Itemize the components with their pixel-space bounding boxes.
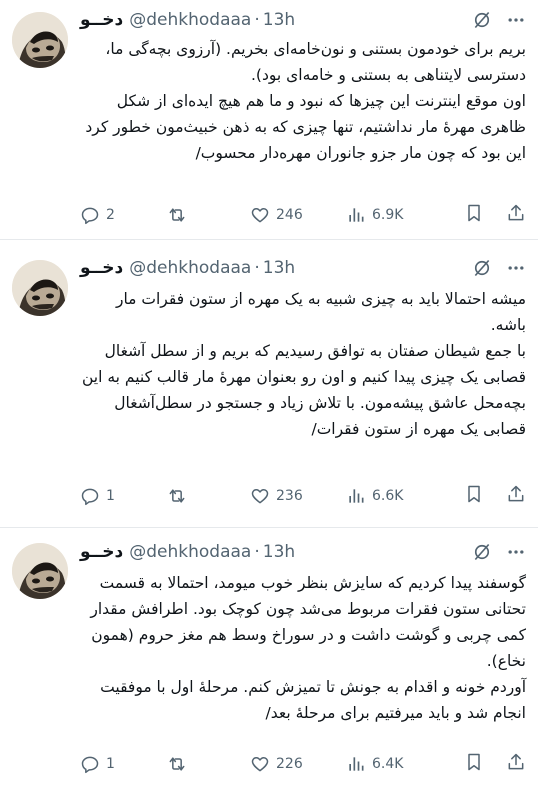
analytics-icon <box>349 208 364 222</box>
timestamp[interactable]: 13h <box>263 258 295 278</box>
user-handle[interactable]: @dehkhodaaa <box>129 258 251 278</box>
tweet-header: دخــو @dehkhodaaa · 13h <box>80 538 526 566</box>
share-icon <box>508 753 524 770</box>
user-handle[interactable]: @dehkhodaaa <box>129 10 251 30</box>
retweet-button[interactable] <box>166 754 250 774</box>
tweet-text: بریم برای خودمون بستنی و نون‌خامه‌ای بخر… <box>85 40 526 162</box>
more-options-icon[interactable] <box>506 542 526 562</box>
tweet-actions: 1 236 6.6K <box>80 484 526 508</box>
tweet[interactable]: دخــو @dehkhodaaa · 13h گوسفند پیدا کردی… <box>0 528 538 798</box>
analytics-icon <box>349 757 364 771</box>
avatar[interactable] <box>12 260 68 316</box>
tweet-text: گوسفند پیدا کردیم که سایزش بنظر خوب میوم… <box>90 574 526 722</box>
tweet-header: دخــو @dehkhodaaa · 13h <box>80 254 526 282</box>
tweet-actions: 1 226 6.4K <box>80 752 526 776</box>
bookmark-button[interactable] <box>464 484 484 508</box>
retweet-icon <box>169 757 185 771</box>
avatar[interactable] <box>12 12 68 68</box>
view-count: 6.9K <box>372 207 404 223</box>
reply-count: 1 <box>106 488 115 504</box>
timestamp[interactable]: 13h <box>263 10 295 30</box>
retweet-button[interactable] <box>166 486 250 506</box>
timestamp[interactable]: 13h <box>263 542 295 562</box>
views-button[interactable]: 6.4K <box>346 754 440 774</box>
share-button[interactable] <box>506 484 526 508</box>
separator-dot: · <box>254 258 260 278</box>
retweet-icon <box>169 208 185 222</box>
heart-icon <box>251 489 269 504</box>
tweet-actions: 2 246 6.9K <box>80 203 526 227</box>
avatar[interactable] <box>12 543 68 599</box>
reply-button[interactable]: 1 <box>80 754 166 774</box>
share-button[interactable] <box>506 752 526 776</box>
heart-icon <box>251 208 269 223</box>
display-name[interactable]: دخــو <box>80 10 123 30</box>
reply-button[interactable]: 1 <box>80 486 166 506</box>
tweet-text: میشه احتمالا باید به چیزی شبیه به یک مهر… <box>82 290 526 438</box>
bookmark-button[interactable] <box>464 203 484 227</box>
grok-icon[interactable] <box>472 258 492 278</box>
view-count: 6.6K <box>372 488 404 504</box>
reply-button[interactable]: 2 <box>80 205 166 225</box>
reply-icon <box>81 207 99 225</box>
share-icon <box>508 485 524 502</box>
reply-icon <box>81 488 99 506</box>
reply-count: 1 <box>106 756 115 772</box>
bookmark-icon <box>468 753 480 771</box>
like-count: 236 <box>276 488 303 504</box>
views-button[interactable]: 6.6K <box>346 486 440 506</box>
grok-icon[interactable] <box>472 542 492 562</box>
retweet-button[interactable] <box>166 205 250 225</box>
grok-icon[interactable] <box>472 10 492 30</box>
views-button[interactable]: 6.9K <box>346 205 440 225</box>
like-button[interactable]: 236 <box>250 486 346 506</box>
reply-icon <box>81 756 99 774</box>
like-button[interactable]: 226 <box>250 754 346 774</box>
tweet-thread: دخــو @dehkhodaaa · 13h بریم برای خودمون… <box>0 0 538 800</box>
tweet-header: دخــو @dehkhodaaa · 13h <box>80 6 526 34</box>
display-name[interactable]: دخــو <box>80 258 123 278</box>
analytics-icon <box>349 489 364 503</box>
share-icon <box>508 204 524 221</box>
like-button[interactable]: 246 <box>250 205 346 225</box>
view-count: 6.4K <box>372 756 404 772</box>
display-name[interactable]: دخــو <box>80 542 123 562</box>
heart-icon <box>251 757 269 772</box>
more-options-icon[interactable] <box>506 10 526 30</box>
user-handle[interactable]: @dehkhodaaa <box>129 542 251 562</box>
bookmark-icon <box>468 485 480 503</box>
bookmark-icon <box>468 204 480 222</box>
tweet[interactable]: دخــو @dehkhodaaa · 13h میشه احتمالا بای… <box>0 240 538 528</box>
retweet-icon <box>169 489 185 503</box>
more-options-icon[interactable] <box>506 258 526 278</box>
like-count: 226 <box>276 756 303 772</box>
share-button[interactable] <box>506 203 526 227</box>
tweet[interactable]: دخــو @dehkhodaaa · 13h بریم برای خودمون… <box>0 0 538 240</box>
separator-dot: · <box>254 10 260 30</box>
reply-count: 2 <box>106 207 115 223</box>
like-count: 246 <box>276 207 303 223</box>
bookmark-button[interactable] <box>464 752 484 776</box>
separator-dot: · <box>254 542 260 562</box>
